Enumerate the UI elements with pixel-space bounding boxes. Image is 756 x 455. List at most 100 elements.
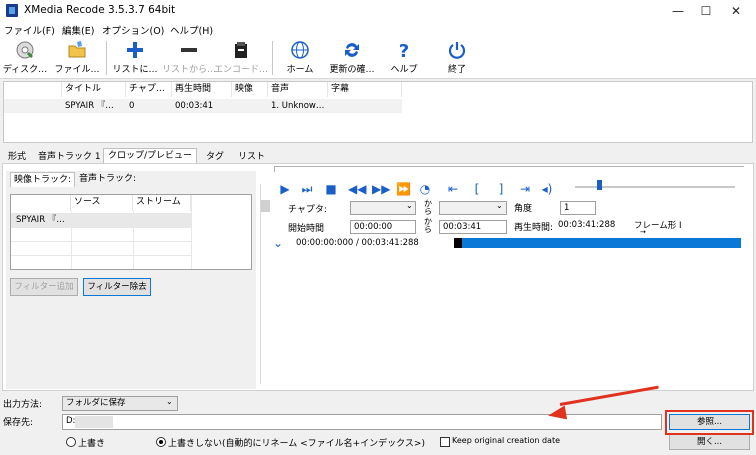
plus-icon: [127, 42, 143, 58]
open-file-button[interactable]: ファイル…: [52, 39, 102, 77]
chapter-dropdown-icon: ⌄: [406, 201, 413, 210]
preview-scrollbar[interactable]: [260, 184, 270, 384]
tab-list[interactable]: リスト: [234, 150, 269, 164]
menu-file[interactable]: ファイル(F): [4, 23, 55, 37]
maximize-button[interactable]: ☐: [692, 2, 720, 20]
menu-help[interactable]: ヘルプ(H): [170, 23, 213, 37]
track-row[interactable]: SPYAIR 『…: [11, 213, 191, 227]
column-header-video[interactable]: 映像: [232, 82, 268, 97]
clock-icon[interactable]: ◔: [418, 182, 432, 196]
column-header-duration[interactable]: 再生時間: [172, 82, 232, 97]
tab-audio-track-sub[interactable]: 音声トラック:: [76, 172, 139, 187]
power-icon: [448, 42, 466, 59]
minimize-button[interactable]: —: [664, 2, 692, 20]
remove-from-list-button[interactable]: リストから…: [162, 39, 216, 77]
bracket-left-icon[interactable]: [: [470, 182, 484, 196]
cell-subtitle: [328, 99, 402, 113]
home-button[interactable]: ホーム: [282, 39, 318, 77]
open-button[interactable]: 開く...: [669, 434, 750, 450]
overwrite-radio[interactable]: [66, 437, 76, 447]
mark-out-icon[interactable]: ⇥: [518, 182, 532, 196]
volume-slider-thumb[interactable]: [597, 180, 602, 190]
track-col-divider: [191, 195, 192, 269]
angle-spinner[interactable]: 1: [560, 201, 596, 215]
seek-bar[interactable]: [454, 238, 741, 248]
help-label: ヘルプ: [390, 65, 418, 75]
angle-label: 角度: [514, 204, 533, 214]
overwrite-label: 上書き: [78, 439, 106, 449]
play-icon[interactable]: ▶: [278, 182, 292, 196]
close-button[interactable]: ✕: [722, 2, 750, 20]
output-method-label: 出力方法:: [3, 400, 43, 410]
seek-bar-position[interactable]: [454, 238, 462, 248]
help-button[interactable]: ? ヘルプ: [388, 39, 420, 77]
from-label: から: [424, 199, 432, 216]
chevron-down-icon[interactable]: ⌄: [273, 236, 283, 250]
file-list[interactable]: タイトル チャプ… 再生時間 映像 音声 字幕 SPYAIR 『… 0 00:0…: [3, 81, 753, 143]
tab-video-track[interactable]: 映像トラック:: [10, 172, 76, 187]
tab-audio-track[interactable]: 音声トラック 1: [34, 150, 105, 164]
encode-icon: [235, 42, 247, 58]
toolbar-separator: [272, 41, 273, 75]
tab-crop-preview[interactable]: クロップ/プレビュー: [103, 148, 198, 164]
destination-field[interactable]: D:\: [62, 414, 662, 430]
minus-icon: [181, 48, 197, 52]
table-row[interactable]: SPYAIR 『… 0 00:03:41 1. Unknow…: [4, 99, 402, 113]
output-method-select[interactable]: フォルダに保存: [62, 396, 178, 411]
track-column-source[interactable]: ソース: [71, 195, 133, 211]
bracket-right-icon[interactable]: ]: [494, 182, 508, 196]
destination-label: 保存先:: [3, 418, 34, 428]
preview-frame: [274, 166, 744, 172]
no-overwrite-radio[interactable]: [156, 437, 166, 447]
encode-button[interactable]: エンコード…: [214, 39, 268, 77]
column-header-title[interactable]: タイトル: [62, 82, 126, 97]
end-time-field[interactable]: 00:03:41: [439, 220, 507, 234]
open-file-label: ファイル…: [54, 65, 100, 75]
play-next-icon[interactable]: ⏭: [300, 182, 314, 196]
globe-icon: [291, 41, 309, 59]
svg-text:?: ?: [399, 41, 409, 60]
menu-bar: ファイル(F) 編集(E) オプション(O) ヘルプ(H): [0, 22, 756, 37]
check-update-button[interactable]: 更新の確…: [328, 39, 376, 77]
encode-label: エンコード…: [214, 65, 269, 75]
column-header-blank[interactable]: [4, 82, 62, 97]
track-row-name: SPYAIR 『…: [16, 215, 65, 225]
menu-edit[interactable]: 編集(E): [62, 23, 94, 37]
track-list[interactable]: ソース ストリーム SPYAIR 『…: [10, 194, 252, 270]
annotation-highlight-box: [665, 410, 754, 435]
rewind-icon[interactable]: ◀◀: [348, 182, 366, 196]
start-time-label: 開始時間: [288, 224, 325, 234]
disc-button[interactable]: ディスク…: [2, 39, 48, 77]
menu-options[interactable]: オプション(O): [102, 23, 164, 37]
remove-filter-button[interactable]: フィルター除去: [83, 278, 151, 296]
destination-redaction: [75, 416, 113, 428]
add-to-list-button[interactable]: リストに…: [110, 39, 160, 77]
disc-icon: [16, 41, 34, 59]
exit-button[interactable]: 終了: [442, 39, 472, 77]
duration-value: 00:03:41:288: [558, 220, 616, 230]
column-header-subtitle[interactable]: 字幕: [328, 82, 402, 97]
fast-forward-icon[interactable]: ▶▶: [372, 182, 390, 196]
track-col-divider: [71, 211, 72, 269]
chapter-end-dropdown-icon: ⌄: [496, 201, 503, 210]
add-to-list-label: リストに…: [112, 65, 158, 75]
keep-date-checkbox[interactable]: [440, 437, 450, 447]
window-title: XMedia Recode 3.5.3.7 64bit: [24, 4, 176, 16]
start-time-field[interactable]: 00:00:00: [350, 220, 416, 234]
tab-tag[interactable]: タグ: [202, 150, 228, 164]
column-header-audio[interactable]: 音声: [268, 82, 328, 97]
track-column-stream[interactable]: ストリーム: [133, 195, 191, 211]
cell-chapter: 0: [126, 99, 172, 113]
volume-icon[interactable]: ◂): [540, 182, 554, 196]
frame-step-icon[interactable]: ⏩: [396, 182, 411, 196]
stop-icon[interactable]: ■: [324, 182, 338, 196]
column-header-chapter[interactable]: チャプ…: [126, 82, 172, 97]
track-column-blank: [11, 195, 71, 211]
cell-title: SPYAIR 『…: [62, 99, 126, 113]
disc-button-label: ディスク…: [2, 65, 48, 75]
add-filter-button[interactable]: フィルター追加: [10, 278, 78, 296]
mark-in-icon[interactable]: ⇤: [446, 182, 460, 196]
frame-type-arrow: →: [640, 228, 646, 236]
title-bar: XMedia Recode 3.5.3.7 64bit — ☐ ✕: [0, 0, 756, 22]
tab-format[interactable]: 形式: [4, 150, 30, 164]
